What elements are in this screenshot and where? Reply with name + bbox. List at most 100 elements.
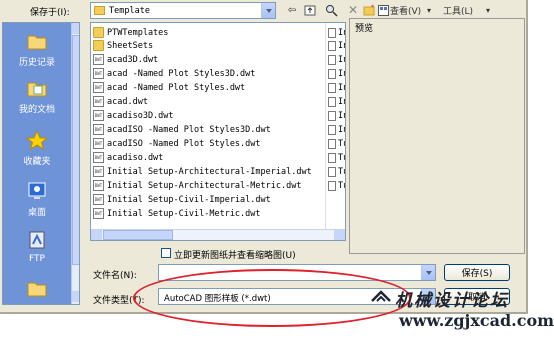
list-item[interactable]: DWT Initial Setup-Civil-Metric.dwt <box>93 207 261 220</box>
scroll-up-icon[interactable] <box>72 23 79 34</box>
views-dropdown-icon[interactable]: ▾ <box>427 2 431 18</box>
dwt-file-icon <box>328 138 336 149</box>
delete-icon[interactable]: ✕ <box>346 2 360 18</box>
dwt-file-icon <box>328 166 336 177</box>
dwt-file-icon <box>328 40 336 51</box>
file-name: Tu <box>338 180 345 191</box>
scroll-thumb[interactable] <box>72 35 79 265</box>
list-item[interactable]: PTWTemplates <box>93 26 168 39</box>
dwt-file-icon: DWT <box>93 96 104 107</box>
update-thumbnail-checkbox[interactable] <box>161 248 171 258</box>
place-history[interactable]: 历史记录 <box>3 31 71 68</box>
up-folder-icon[interactable] <box>303 2 317 18</box>
ftp-icon <box>26 230 48 250</box>
file-name: In <box>338 124 345 135</box>
preview-label: 预览 <box>355 24 374 34</box>
new-folder-icon[interactable]: * <box>362 2 376 18</box>
list-item[interactable]: Tu <box>328 151 345 164</box>
tools-dropdown-icon[interactable]: ▾ <box>486 2 490 18</box>
file-name: acad -Named Plot Styles3D.dwt <box>107 68 256 79</box>
place-my-documents[interactable]: 我的文档 <box>3 78 71 115</box>
list-item[interactable]: Tu <box>328 179 345 192</box>
file-list[interactable]: PTWTemplates SheetSets DWT acad3D.dwt DW… <box>90 22 346 241</box>
file-name: In <box>338 110 345 121</box>
place-label: 我的文档 <box>18 105 55 115</box>
folder-icon <box>93 40 104 51</box>
file-name: Initial Setup-Architectural-Imperial.dwt <box>107 166 312 177</box>
file-name: acadISO -Named Plot Styles3D.dwt <box>107 124 271 135</box>
scroll-down-icon[interactable] <box>72 291 79 302</box>
place-label: 历史记录 <box>18 58 55 68</box>
filetype-label: 文件类型(T): <box>93 296 145 306</box>
chevron-down-icon[interactable] <box>421 265 435 280</box>
list-item[interactable]: Tu <box>328 165 345 178</box>
file-name: In <box>338 68 345 79</box>
scroll-left-icon[interactable] <box>91 230 102 240</box>
desktop-icon <box>26 181 48 201</box>
list-item[interactable]: In <box>328 81 345 94</box>
place-desktop[interactable]: 桌面 <box>3 181 71 218</box>
list-item[interactable]: DWT acadiso.dwt <box>93 151 163 164</box>
list-item[interactable]: In <box>328 39 345 52</box>
views-menu[interactable]: 查看(V) <box>390 2 421 18</box>
place-favorites[interactable]: 收藏夹 <box>3 129 71 167</box>
dwt-file-icon <box>328 82 336 93</box>
chevron-down-icon[interactable] <box>261 3 275 18</box>
place-ftp[interactable]: FTP <box>3 230 71 264</box>
dwt-file-icon: DWT <box>93 124 104 135</box>
folder-icon <box>26 278 48 298</box>
horizontal-scrollbar[interactable] <box>91 229 345 240</box>
list-item[interactable]: DWT Initial Setup-Architectural-Imperial… <box>93 165 312 178</box>
search-web-icon[interactable] <box>323 2 339 18</box>
list-item[interactable]: DWT acad -Named Plot Styles.dwt <box>93 81 245 94</box>
list-item[interactable]: In <box>328 123 345 136</box>
file-name: Tu <box>338 166 345 177</box>
places-scrollbar[interactable] <box>71 23 79 304</box>
forum-logo-icon <box>371 290 391 302</box>
tools-menu[interactable]: 工具(L) <box>443 2 473 18</box>
folder-icon <box>93 27 104 38</box>
dwt-file-icon <box>328 96 336 107</box>
list-item[interactable]: DWT acad3D.dwt <box>93 53 158 66</box>
views-icon[interactable] <box>377 2 389 18</box>
dwt-file-icon <box>328 68 336 79</box>
scroll-right-icon[interactable] <box>334 230 345 240</box>
dwt-file-icon: DWT <box>93 110 104 121</box>
file-name: acad -Named Plot Styles.dwt <box>107 82 246 93</box>
back-arrow-icon[interactable]: ⇦ <box>284 2 300 18</box>
save-in-combo[interactable]: Template <box>90 2 276 19</box>
filetype-value: AutoCAD 图形样板 (*.dwt) <box>164 294 271 304</box>
list-item[interactable]: In <box>328 109 345 122</box>
file-name: acad3D.dwt <box>107 54 159 65</box>
list-item[interactable]: DWT acad -Named Plot Styles3D.dwt <box>93 67 255 80</box>
list-item[interactable]: DWT acadiso3D.dwt <box>93 109 174 122</box>
dwt-file-icon: DWT <box>93 194 104 205</box>
list-item[interactable]: In <box>328 95 345 108</box>
file-name: In <box>338 40 345 51</box>
list-item[interactable]: Tu <box>328 137 345 150</box>
list-item[interactable]: DWT acadISO -Named Plot Styles3D.dwt <box>93 123 271 136</box>
list-item[interactable]: DWT acadISO -Named Plot Styles.dwt <box>93 137 261 150</box>
update-thumbnail-label: 立即更新图纸并查看缩略图(U) <box>174 251 296 261</box>
dwt-file-icon <box>328 180 336 191</box>
list-item[interactable]: SheetSets <box>93 39 153 52</box>
save-in-label: 保存于(I): <box>30 8 70 18</box>
save-button[interactable]: 保存(S) <box>444 264 510 281</box>
file-name: In <box>338 54 345 65</box>
list-item[interactable]: DWT acad.dwt <box>93 95 148 108</box>
list-item[interactable]: DWT Initial Setup-Architectural-Metric.d… <box>93 179 301 192</box>
list-item[interactable]: In <box>328 26 345 39</box>
list-item[interactable]: In <box>328 53 345 66</box>
file-name: PTWTemplates <box>107 27 169 38</box>
place-more[interactable] <box>3 278 71 302</box>
dwt-file-icon: DWT <box>93 166 104 177</box>
filename-input[interactable] <box>158 264 436 281</box>
file-name: Initial Setup-Civil-Metric.dwt <box>107 208 261 219</box>
dwt-file-icon <box>328 27 336 38</box>
list-item[interactable]: In <box>328 67 345 80</box>
preview-panel: 预览 <box>349 18 525 254</box>
my-documents-icon <box>26 78 48 98</box>
list-item[interactable]: DWT Initial Setup-Civil-Imperial.dwt <box>93 193 271 206</box>
file-name: acadiso.dwt <box>107 152 164 163</box>
scroll-thumb[interactable] <box>103 230 173 240</box>
